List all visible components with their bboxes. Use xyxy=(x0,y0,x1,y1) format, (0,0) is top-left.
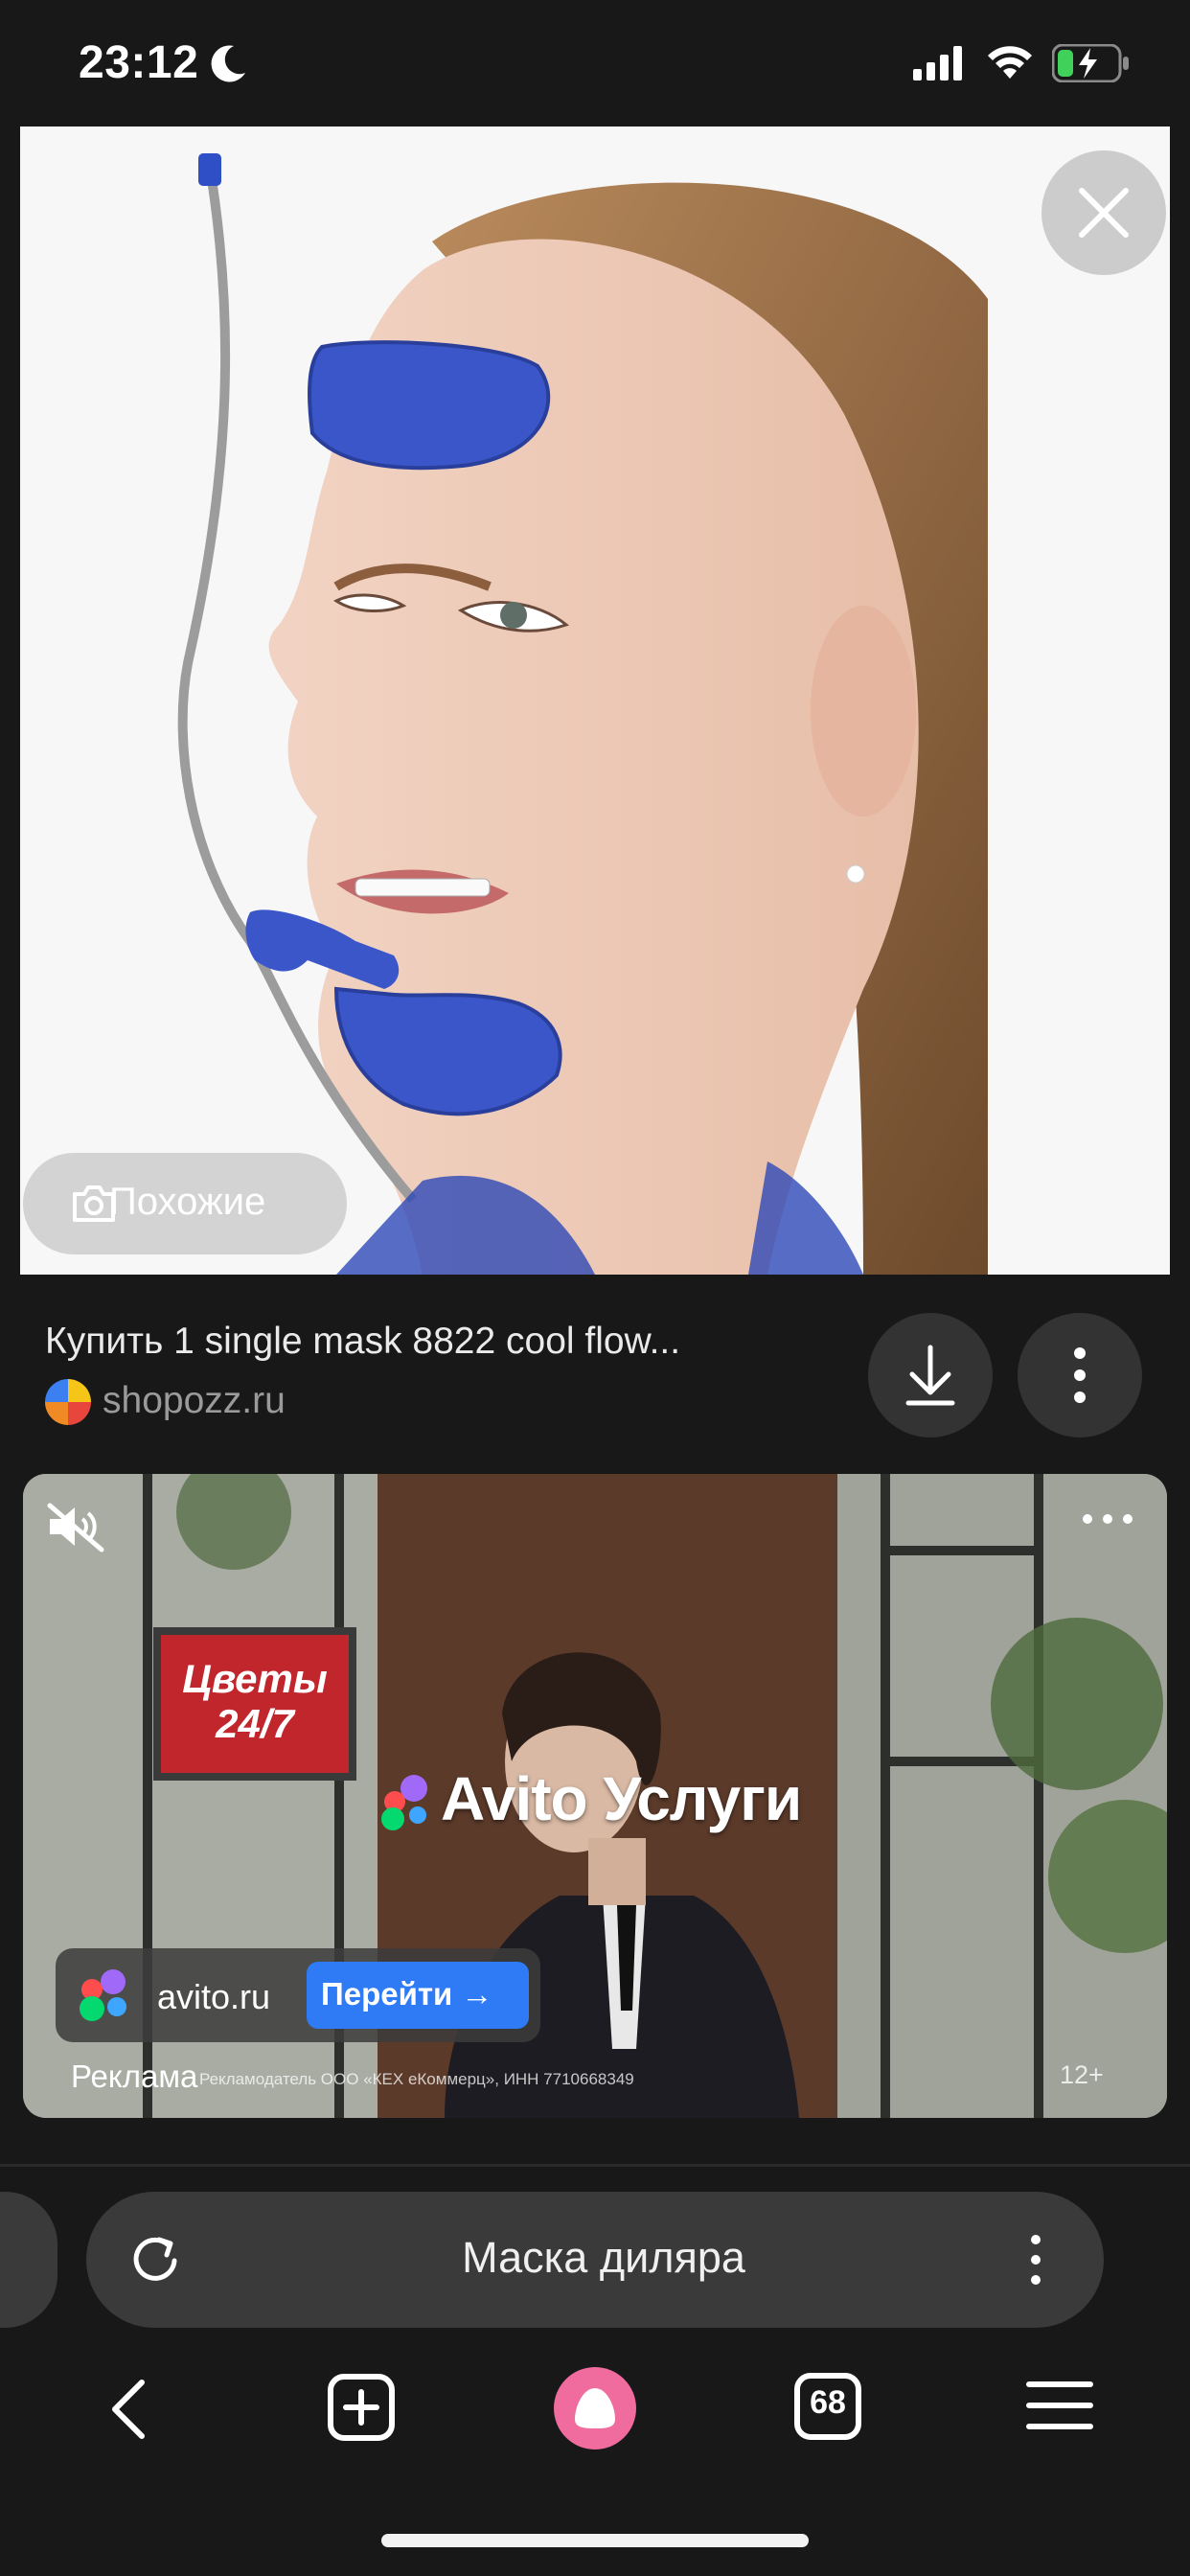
ad-brand: Avito Услуги xyxy=(441,1764,802,1833)
result-title[interactable]: Купить 1 single mask 8822 cool flow... xyxy=(45,1321,680,1363)
signal-icon xyxy=(913,46,962,80)
back-icon[interactable] xyxy=(100,2375,157,2444)
ad-label: Реклама xyxy=(71,2058,198,2094)
mute-icon[interactable] xyxy=(44,1500,111,1553)
alice-assistant-button[interactable] xyxy=(554,2367,636,2450)
tabs-count: 68 xyxy=(810,2384,846,2421)
previous-tab-peek[interactable] xyxy=(0,2192,57,2328)
battery-charging-icon xyxy=(1052,44,1129,82)
more-options-button[interactable] xyxy=(1018,1313,1142,1438)
more-horizontal-icon[interactable] xyxy=(1081,1512,1134,1526)
divider xyxy=(0,2164,1190,2167)
ad-sign-text: Цветы 24/7 xyxy=(182,1656,328,1747)
ad-disclaimer: Рекламодатель ООО «КЕХ еКоммерц», ИНН 77… xyxy=(199,2070,634,2088)
download-button[interactable] xyxy=(868,1313,993,1438)
main-image[interactable] xyxy=(20,126,1170,1275)
ad-domain: avito.ru xyxy=(157,1977,271,2016)
close-icon xyxy=(1079,188,1129,238)
new-tab-icon[interactable] xyxy=(327,2373,396,2442)
avito-logo-icon xyxy=(381,1775,427,1830)
status-time: 23:12 xyxy=(79,37,199,88)
more-vertical-icon[interactable] xyxy=(1021,2228,1050,2291)
site-favicon xyxy=(45,1379,91,1425)
moon-icon xyxy=(211,45,245,82)
arrow-right-icon: → xyxy=(461,1976,493,2012)
ad-go-label: Перейти → xyxy=(321,1976,493,2012)
search-query[interactable]: Маска диляра xyxy=(192,2233,1016,2283)
more-vertical-icon xyxy=(1074,1347,1086,1403)
avito-favicon-icon xyxy=(80,1969,126,2021)
reload-icon[interactable] xyxy=(125,2228,188,2291)
result-source[interactable]: shopozz.ru xyxy=(103,1380,286,1422)
close-button[interactable] xyxy=(1041,150,1166,275)
download-icon xyxy=(905,1345,955,1406)
wifi-icon xyxy=(988,46,1032,79)
similar-images-label: Похожие xyxy=(109,1181,266,1223)
home-indicator[interactable] xyxy=(381,2534,809,2547)
alice-icon xyxy=(575,2388,615,2428)
menu-icon[interactable] xyxy=(1025,2379,1094,2432)
age-rating: 12+ xyxy=(1060,2060,1104,2089)
